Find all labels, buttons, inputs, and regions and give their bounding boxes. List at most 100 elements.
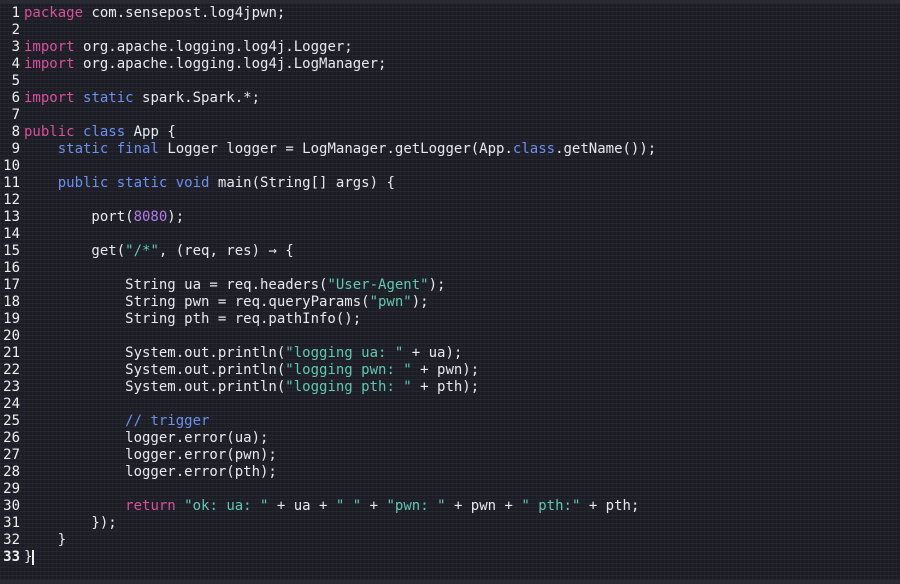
code-token: String pwn = req.queryParams( [24,294,370,310]
line-text: logger.error(pwn); [24,447,277,464]
code-token: System.out.println( [24,345,286,361]
code-line[interactable]: 31 }); [0,515,900,532]
line-text: public static void main(String[] args) { [24,175,395,192]
code-line[interactable]: 13 port(8080); [0,209,900,226]
line-number: 33 [3,549,20,565]
code-token: void [175,175,210,191]
code-line[interactable]: 3 import org.apache.logging.log4j.Logger; [0,39,900,56]
code-token: static [116,175,168,191]
bottom-bar [0,580,900,584]
line-text: import static spark.Spark.*; [24,90,260,107]
code-token: final [116,141,159,157]
line-number: 13 [3,209,20,225]
line-number: 6 [11,90,20,106]
code-token: App { [125,124,176,140]
code-line[interactable]: 20 [0,328,900,345]
code-token: com.sensepost.log4jpwn; [83,5,286,21]
code-line[interactable]: 15 get("/*", (req, res) → { [0,243,900,260]
code-line[interactable]: 6 import static spark.Spark.*; [0,90,900,107]
line-text: public class App { [24,124,176,141]
code-line[interactable]: 27 logger.error(pwn); [0,447,900,464]
code-token: + pth); [411,379,480,395]
line-number: 25 [3,413,20,429]
code-token: + ua); [403,345,463,361]
code-line[interactable]: 25 // trigger [0,413,900,430]
code-token: get( [24,243,126,259]
code-token: } [24,532,67,548]
code-token: + ua + [268,498,336,514]
code-line[interactable]: 28 logger.error(pth); [0,464,900,481]
code-line[interactable]: 30 return "ok: ua: " + ua + " " + "pwn: … [0,498,900,515]
code-token: return [125,498,176,514]
line-number: 26 [3,430,20,446]
line-number: 22 [3,362,20,378]
code-line[interactable]: 23 System.out.println("logging pth: " + … [0,379,900,396]
code-token: import [24,90,75,106]
code-token: Logger logger = LogManager.getLogger(App… [158,141,513,157]
code-line[interactable]: 22 System.out.println("logging pwn: " + … [0,362,900,379]
code-token: "/*" [125,243,159,259]
code-token: .getName()); [555,141,657,157]
code-token: ); [411,294,429,310]
code-area[interactable]: 1 package com.sensepost.log4jpwn; 2 3 import… [0,5,900,566]
code-line[interactable]: 2 [0,22,900,39]
line-text: String pwn = req.queryParams("pwn"); [24,294,429,311]
code-token: "logging pwn: " [285,362,412,378]
code-line[interactable]: 9 static final Logger logger = LogManage… [0,141,900,158]
code-line[interactable]: 4 import org.apache.logging.log4j.LogMana… [0,56,900,73]
code-token: "logging ua: " [285,345,404,361]
code-token: "User-Agent" [327,277,429,293]
code-line[interactable]: 7 [0,107,900,124]
code-line[interactable]: 16 [0,260,900,277]
line-text: logger.error(ua); [24,430,268,447]
code-token: + pwn + [445,498,522,514]
code-token: org.apache.logging.log4j.Logger; [74,39,353,55]
code-line[interactable]: 32 } [0,532,900,549]
line-number: 10 [3,158,20,174]
code-line[interactable]: 12 [0,192,900,209]
code-line[interactable]: 19 String pth = req.pathInfo(); [0,311,900,328]
line-number: 2 [11,22,20,38]
code-line[interactable]: 18 String pwn = req.queryParams("pwn"); [0,294,900,311]
code-token: logger.error(pwn); [24,447,277,463]
code-line[interactable]: 5 [0,73,900,90]
code-token: package [24,5,84,21]
line-text: get("/*", (req, res) → { [24,243,293,260]
code-editor[interactable]: 1 package com.sensepost.log4jpwn; 2 3 import… [0,0,900,584]
line-number: 18 [3,294,20,310]
code-line[interactable]: 29 [0,481,900,498]
line-number: 30 [3,498,20,514]
code-line[interactable]: 17 String ua = req.headers("User-Agent")… [0,277,900,294]
line-text: logger.error(pth); [24,464,277,481]
code-line[interactable]: 11 public static void main(String[] args… [0,175,900,192]
code-line[interactable]: 21 System.out.println("logging ua: " + u… [0,345,900,362]
line-text: port(8080); [24,209,184,226]
code-token: logger.error(ua); [24,430,269,446]
code-token: "pwn" [369,294,412,310]
code-token: logger.error(pth); [24,464,277,480]
code-token: ); [167,209,185,225]
code-line[interactable]: 1 package com.sensepost.log4jpwn; [0,5,900,22]
line-number: 19 [3,311,20,327]
code-line[interactable]: 8 public class App { [0,124,900,141]
code-line[interactable]: 26 logger.error(ua); [0,430,900,447]
code-token: class [512,141,556,157]
line-text: System.out.println("logging ua: " + ua); [24,345,462,362]
line-number: 23 [3,379,20,395]
code-token: "ok: ua: " [184,498,269,514]
code-line[interactable]: 14 [0,226,900,243]
code-line[interactable]: 10 [0,158,900,175]
code-token: + pwn); [411,362,480,378]
code-line[interactable]: 24 [0,396,900,413]
code-token: "pwn: " [386,498,446,514]
code-token: port( [24,209,134,225]
code-token: org.apache.logging.log4j.LogManager; [74,56,387,72]
code-line[interactable]: 33} [0,549,900,566]
line-text: }); [24,515,116,532]
